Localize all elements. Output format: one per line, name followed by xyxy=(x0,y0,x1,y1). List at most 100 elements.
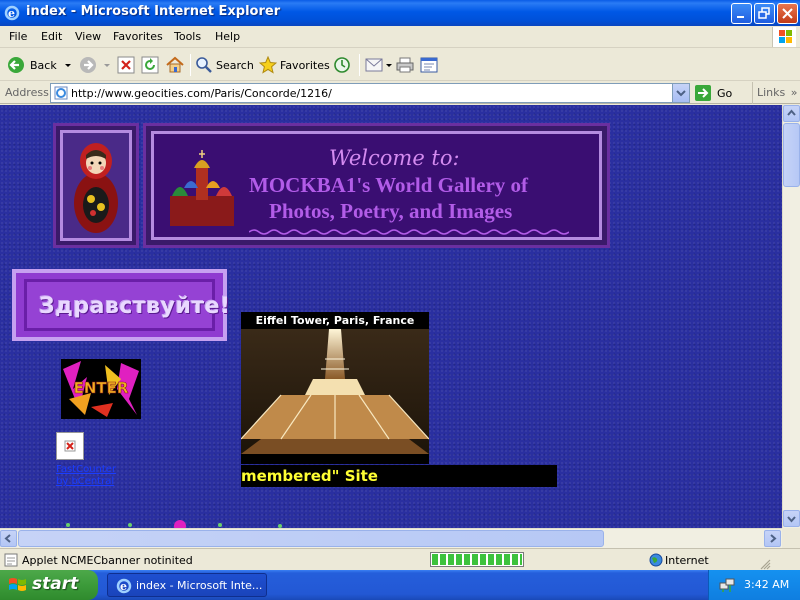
vertical-scrollbar[interactable] xyxy=(782,105,800,528)
eiffel-tower-photo[interactable]: Eiffel Tower, Paris, France xyxy=(241,312,429,464)
ie-icon: e xyxy=(116,578,132,594)
menu-bar: File Edit View Favorites Tools Help xyxy=(0,26,800,48)
back-button[interactable]: Back xyxy=(6,55,73,75)
welcome-heading: Welcome to: xyxy=(329,146,460,170)
search-icon xyxy=(196,57,212,73)
edit-page-icon xyxy=(420,57,438,73)
star-icon xyxy=(259,56,277,74)
refresh-button[interactable] xyxy=(141,55,159,75)
svg-text:e: e xyxy=(8,7,15,20)
go-arrow-icon xyxy=(695,85,711,101)
taskbar-button-ie[interactable]: e index - Microsoft Inte... xyxy=(107,573,267,597)
forward-arrow-icon xyxy=(80,57,96,73)
scroll-down-button[interactable] xyxy=(783,510,800,527)
matryoshka-doll-image xyxy=(53,123,139,248)
links-label: Links xyxy=(757,86,786,99)
network-icon[interactable] xyxy=(719,577,735,593)
search-label: Search xyxy=(216,58,254,72)
status-text: Applet NCMECbanner notinited xyxy=(22,554,193,567)
security-zone: Internet xyxy=(665,554,709,567)
enter-label: ENTER xyxy=(74,379,129,397)
menu-view[interactable]: View xyxy=(75,30,101,43)
search-button[interactable]: Search xyxy=(195,55,254,75)
resize-grip-icon[interactable] xyxy=(752,555,772,571)
forward-button[interactable] xyxy=(78,55,112,75)
marquee-text: membered" Site xyxy=(241,467,378,485)
vertical-scroll-thumb[interactable] xyxy=(783,123,800,187)
printer-icon xyxy=(396,57,414,73)
browser-viewport: Welcome to: MOCKBA1's World Gallery of P… xyxy=(0,105,800,548)
page-icon xyxy=(54,86,68,100)
page-status-icon xyxy=(4,553,18,567)
address-field[interactable] xyxy=(50,83,690,103)
horizontal-scrollbar[interactable] xyxy=(0,528,782,548)
scroll-up-button[interactable] xyxy=(783,105,800,122)
taskbar-button-label: index - Microsoft Inte... xyxy=(136,579,263,592)
wavy-divider xyxy=(249,229,569,235)
mail-button[interactable] xyxy=(365,55,393,75)
favorites-button[interactable]: Favorites xyxy=(259,55,330,75)
taskbar: start e index - Microsoft Inte... 3:42 A… xyxy=(0,570,800,600)
chevron-right-icon: » xyxy=(790,86,798,99)
web-page: Welcome to: MOCKBA1's World Gallery of P… xyxy=(0,105,782,528)
progress-fill xyxy=(432,554,522,565)
chevron-down-icon[interactable] xyxy=(63,55,73,75)
address-label: Address xyxy=(5,86,49,99)
go-button[interactable]: Go xyxy=(694,84,732,102)
home-button[interactable] xyxy=(165,55,185,75)
windows-logo-icon xyxy=(772,27,796,47)
chevron-down-icon xyxy=(676,90,686,97)
chevron-down-icon[interactable] xyxy=(385,56,393,74)
globe-icon xyxy=(649,553,663,567)
system-tray: 3:42 AM xyxy=(708,570,800,600)
chevron-right-icon xyxy=(770,534,777,543)
loading-progress-bar xyxy=(430,552,524,567)
enter-button[interactable]: ENTER xyxy=(61,359,141,419)
scrolling-marquee: membered" Site xyxy=(241,465,557,487)
start-label: start xyxy=(32,574,79,594)
menu-favorites[interactable]: Favorites xyxy=(113,30,163,43)
clock[interactable]: 3:42 AM xyxy=(744,578,789,591)
favorites-label: Favorites xyxy=(280,58,330,72)
menu-file[interactable]: File xyxy=(9,30,27,43)
broken-image-icon xyxy=(56,432,84,460)
address-bar: Address Go Links » xyxy=(0,82,800,104)
enter-graphic: ENTER xyxy=(63,361,139,417)
history-icon xyxy=(334,57,350,73)
chevron-down-icon[interactable] xyxy=(102,55,112,75)
gallery-title-line1: MOCKBA1's World Gallery of xyxy=(249,173,529,197)
windows-flag-icon xyxy=(9,578,26,591)
minimize-icon xyxy=(737,16,744,18)
chevron-down-icon xyxy=(787,516,796,523)
edit-button[interactable] xyxy=(420,55,438,75)
scroll-right-button[interactable] xyxy=(764,530,781,547)
window-title: index - Microsoft Internet Explorer xyxy=(26,4,281,19)
title-bar[interactable]: e index - Microsoft Internet Explorer xyxy=(0,0,800,26)
address-input[interactable] xyxy=(71,86,661,100)
minimize-button[interactable] xyxy=(731,3,752,24)
address-dropdown-button[interactable] xyxy=(672,84,689,102)
links-button[interactable]: Links » xyxy=(752,82,800,104)
home-icon xyxy=(166,56,184,73)
chevron-up-icon xyxy=(787,109,796,116)
back-label: Back xyxy=(30,58,57,72)
start-button[interactable]: start xyxy=(0,570,98,600)
menu-help[interactable]: Help xyxy=(215,30,240,43)
flower-border xyxy=(66,520,282,528)
svg-text:e: e xyxy=(120,580,127,593)
st-basils-cathedral-icon xyxy=(170,150,234,226)
history-button[interactable] xyxy=(333,55,351,75)
menu-tools[interactable]: Tools xyxy=(174,30,201,43)
gallery-title-line2: Photos, Poetry, and Images xyxy=(269,199,513,223)
scroll-left-button[interactable] xyxy=(0,530,17,547)
back-arrow-icon xyxy=(8,57,24,73)
print-button[interactable] xyxy=(396,55,414,75)
fastcounter-link[interactable]: FastCounter by bCentral xyxy=(56,464,116,488)
go-label: Go xyxy=(717,86,733,100)
horizontal-scroll-thumb[interactable] xyxy=(18,530,604,547)
maximize-button[interactable] xyxy=(754,3,775,24)
stop-button[interactable] xyxy=(117,55,135,75)
stop-icon xyxy=(117,56,135,74)
close-button[interactable] xyxy=(777,3,798,24)
menu-edit[interactable]: Edit xyxy=(41,30,62,43)
